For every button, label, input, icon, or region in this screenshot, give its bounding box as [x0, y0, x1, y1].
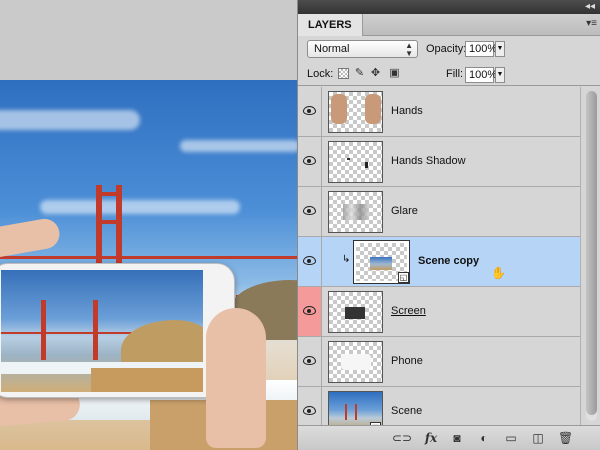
opacity-input[interactable]: 100% — [465, 41, 497, 57]
link-layers-icon[interactable]: ⊂⊃ — [392, 431, 412, 445]
fill-input[interactable]: 100% — [465, 67, 497, 83]
bridge-crossbeam — [96, 220, 122, 224]
delete-layer-icon[interactable]: 🗑 — [558, 431, 573, 445]
layer-name[interactable]: Phone — [391, 337, 423, 386]
phone-mockup — [0, 263, 235, 398]
layer-thumbnail — [328, 91, 383, 133]
layer-row-glare[interactable]: Glare — [298, 187, 580, 237]
panel-titlebar[interactable]: ◂◂ — [298, 0, 600, 14]
lock-image-icon[interactable]: ✎ — [354, 68, 365, 79]
layer-name[interactable]: Hands Shadow — [391, 137, 466, 186]
eye-icon — [303, 306, 316, 315]
bridge-deck — [0, 256, 300, 259]
cloud — [180, 140, 300, 152]
panel-menu-icon[interactable]: ▾≡ — [586, 18, 597, 29]
layer-name[interactable]: Glare — [391, 187, 418, 236]
lock-label: Lock: — [307, 68, 334, 80]
layer-thumbnail — [328, 291, 383, 333]
adjustment-layer-icon[interactable]: ◐ — [476, 431, 492, 445]
layer-thumbnail — [328, 341, 383, 383]
lock-position-icon[interactable]: ✥ — [370, 68, 381, 79]
visibility-toggle[interactable] — [298, 237, 322, 286]
fill-dropdown-icon[interactable]: ▼ — [495, 67, 505, 83]
tab-layers[interactable]: LAYERS — [298, 14, 363, 36]
thumb-finger — [206, 308, 266, 448]
eye-icon — [303, 106, 316, 115]
opacity-label: Opacity: — [426, 43, 467, 55]
grab-cursor-icon: ✋ — [491, 266, 506, 280]
opacity-dropdown-icon[interactable]: ▼ — [495, 41, 505, 57]
new-group-icon[interactable]: ▭ — [504, 431, 518, 445]
layer-row-phone[interactable]: Phone — [298, 337, 580, 387]
layer-row-hands-shadow[interactable]: Hands Shadow — [298, 137, 580, 187]
visibility-toggle[interactable] — [298, 87, 322, 136]
eye-icon — [303, 256, 316, 265]
eye-icon — [303, 406, 316, 415]
bridge-crossbeam — [96, 192, 122, 196]
panel-tab-row: LAYERS ▾≡ — [298, 14, 600, 36]
cloud — [0, 110, 140, 130]
scroll-thumb[interactable] — [586, 91, 597, 415]
visibility-toggle[interactable] — [298, 387, 322, 425]
clipping-mask-arrow-icon: ↳ — [342, 254, 351, 265]
visibility-toggle[interactable] — [298, 137, 322, 186]
fill-label: Fill: — [446, 68, 464, 80]
blend-mode-select[interactable]: Normal ▲ ▼ — [307, 40, 418, 58]
smart-object-icon: ◱ — [398, 272, 409, 283]
layer-mask-icon[interactable]: ◙ — [450, 431, 464, 445]
layer-row-screen[interactable]: Screen — [298, 287, 580, 337]
layer-row-scene-copy[interactable]: ↳ ◱ Scene copy — [298, 237, 580, 287]
lock-transparent-icon[interactable] — [338, 68, 349, 79]
layer-thumbnail — [328, 391, 383, 425]
cloud — [40, 200, 240, 214]
layer-name[interactable]: Hands — [391, 87, 423, 136]
layer-list: Hands Hands Shadow Glare ↳ ◱ Scene copy … — [298, 87, 580, 425]
layer-name[interactable]: Scene — [391, 387, 422, 425]
eye-icon — [303, 356, 316, 365]
blend-mode-value: Normal — [314, 43, 350, 55]
visibility-toggle[interactable] — [298, 287, 322, 336]
layer-thumbnail — [328, 191, 383, 233]
phone-screen — [1, 270, 203, 392]
select-arrows-icon: ▲ ▼ — [405, 41, 413, 58]
blend-row: Normal ▲ ▼ Opacity: 100% ▼ — [298, 36, 600, 64]
visibility-toggle[interactable] — [298, 187, 322, 236]
collapse-panel-icon[interactable]: ◂◂ — [585, 0, 595, 14]
eye-icon — [303, 206, 316, 215]
layer-name[interactable]: Screen — [391, 287, 426, 336]
layer-thumbnail — [328, 141, 383, 183]
layer-list-scrollbar[interactable] — [580, 87, 600, 425]
panel-bottom-toolbar: ⊂⊃ fx ◙ ◐ ▭ ◫ 🗑 — [298, 425, 600, 450]
eye-icon — [303, 156, 316, 165]
layer-row-hands[interactable]: Hands — [298, 87, 580, 137]
fx-icon[interactable]: fx — [422, 431, 440, 445]
layers-panel: ◂◂ LAYERS ▾≡ Normal ▲ ▼ Opacity: 100% ▼ L… — [297, 0, 600, 450]
lock-all-icon[interactable]: ▣ — [389, 68, 400, 79]
layer-row-scene[interactable]: ◱ Scene — [298, 387, 580, 425]
layer-name[interactable]: Scene copy — [418, 237, 479, 286]
visibility-toggle[interactable] — [298, 337, 322, 386]
lock-row: Lock: ✎ ✥ ▣ Fill: 100% ▼ — [298, 64, 600, 86]
new-layer-icon[interactable]: ◫ — [531, 431, 545, 445]
